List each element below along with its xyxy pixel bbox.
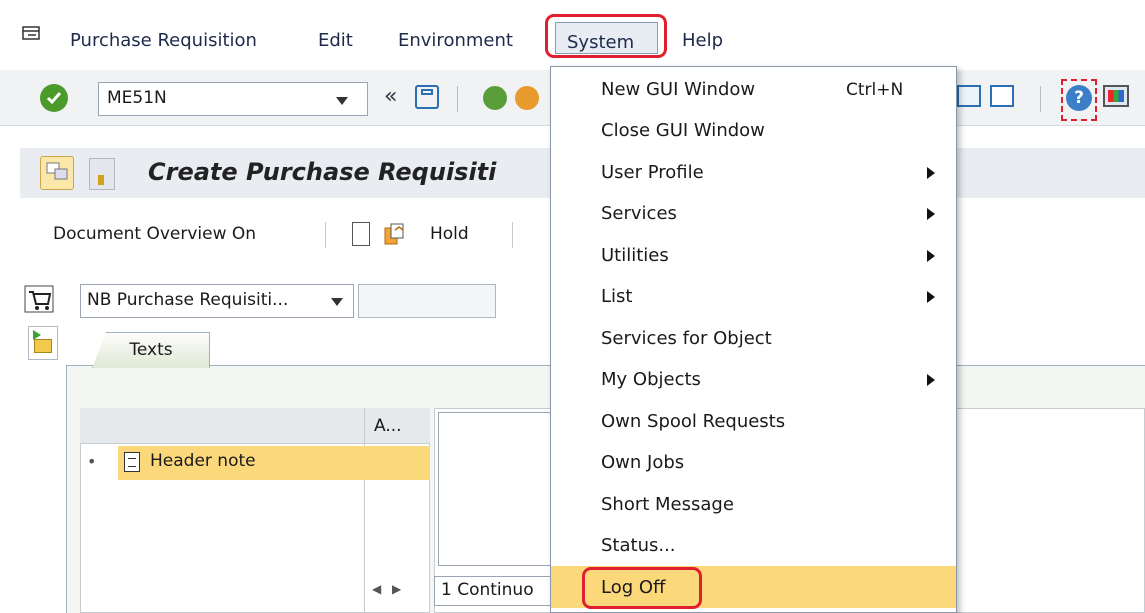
menu-item-short-message[interactable]: Short Message — [601, 494, 734, 515]
menu-item-services[interactable]: Services — [601, 203, 677, 224]
scroll-left-icon[interactable]: ◀ — [372, 582, 381, 596]
submenu-arrow-icon — [927, 374, 935, 386]
toolbar-separator — [1040, 86, 1041, 112]
shortcut-label: Ctrl+N — [846, 80, 904, 100]
system-menu-highlight — [545, 14, 667, 58]
line-indicator: 1 Continuo — [434, 576, 564, 606]
menu-item-own-spool-requests[interactable]: Own Spool Requests — [601, 411, 785, 432]
help-icon[interactable]: ? — [1066, 85, 1092, 111]
menu-item-own-jobs[interactable]: Own Jobs — [601, 452, 684, 473]
hold-button[interactable]: Hold — [430, 224, 469, 244]
page-title: Create Purchase Requisiti — [148, 158, 497, 186]
exit-icon[interactable] — [515, 86, 539, 110]
menu-item-list[interactable]: List — [601, 286, 632, 307]
enter-check-icon[interactable] — [40, 84, 68, 112]
toolbar-separator — [512, 222, 513, 248]
menu-purchase-requisition[interactable]: Purchase Requisition — [70, 30, 257, 51]
menu-help[interactable]: Help — [682, 30, 723, 51]
layout-icon[interactable] — [957, 85, 981, 107]
toolbar-separator — [325, 222, 326, 248]
tab-texts[interactable]: Texts — [92, 332, 210, 368]
command-dropdown-icon[interactable] — [335, 91, 349, 111]
menu-icon[interactable] — [22, 26, 42, 42]
expand-header-icon[interactable] — [28, 326, 58, 360]
back-icon[interactable] — [483, 86, 507, 110]
tree-column-header[interactable] — [80, 408, 364, 444]
submenu-arrow-icon — [927, 250, 935, 262]
shopping-cart-icon[interactable] — [24, 285, 54, 313]
chevron-down-icon[interactable] — [330, 292, 344, 312]
menu-item-utilities[interactable]: Utilities — [601, 245, 669, 266]
note-document-icon — [124, 452, 140, 472]
window-shortcut-icon[interactable] — [990, 85, 1014, 107]
monitor-icon[interactable] — [1103, 85, 1129, 107]
menu-item-user-profile[interactable]: User Profile — [601, 162, 704, 183]
save-icon[interactable] — [415, 85, 439, 109]
log-off-highlight — [582, 567, 702, 609]
toolbar-separator — [457, 86, 458, 112]
menu-item-services-for-object[interactable]: Services for Object — [601, 328, 772, 349]
copy-document-icon[interactable] — [383, 222, 405, 246]
new-document-icon[interactable] — [352, 222, 370, 246]
menu-item-close-gui-window[interactable]: Close GUI Window — [601, 120, 765, 141]
tree-item-label[interactable]: Header note — [150, 451, 256, 471]
menu-item-my-objects[interactable]: My Objects — [601, 369, 701, 390]
menu-item-status[interactable]: Status... — [601, 535, 676, 556]
submenu-arrow-icon — [927, 167, 935, 179]
command-field[interactable]: ME51N — [98, 82, 368, 116]
submenu-arrow-icon — [927, 208, 935, 220]
menu-edit[interactable]: Edit — [318, 30, 353, 51]
double-left-arrow-icon[interactable]: « — [384, 84, 397, 109]
document-number-field[interactable] — [358, 284, 496, 318]
menu-item-new-gui-window[interactable]: New GUI Window — [601, 79, 755, 100]
services-for-object-icon[interactable] — [40, 156, 74, 190]
tree-column2-header[interactable]: A... — [364, 408, 430, 444]
document-overview-button[interactable]: Document Overview On — [53, 224, 256, 244]
submenu-arrow-icon — [927, 291, 935, 303]
menu-environment[interactable]: Environment — [398, 30, 513, 51]
text-editor-box[interactable] — [438, 412, 558, 566]
personal-setting-icon[interactable] — [89, 158, 115, 190]
document-type-select[interactable]: NB Purchase Requisiti... — [80, 284, 354, 318]
tree-bullet-icon: • — [87, 452, 97, 471]
scroll-right-icon[interactable]: ▶ — [392, 582, 401, 596]
